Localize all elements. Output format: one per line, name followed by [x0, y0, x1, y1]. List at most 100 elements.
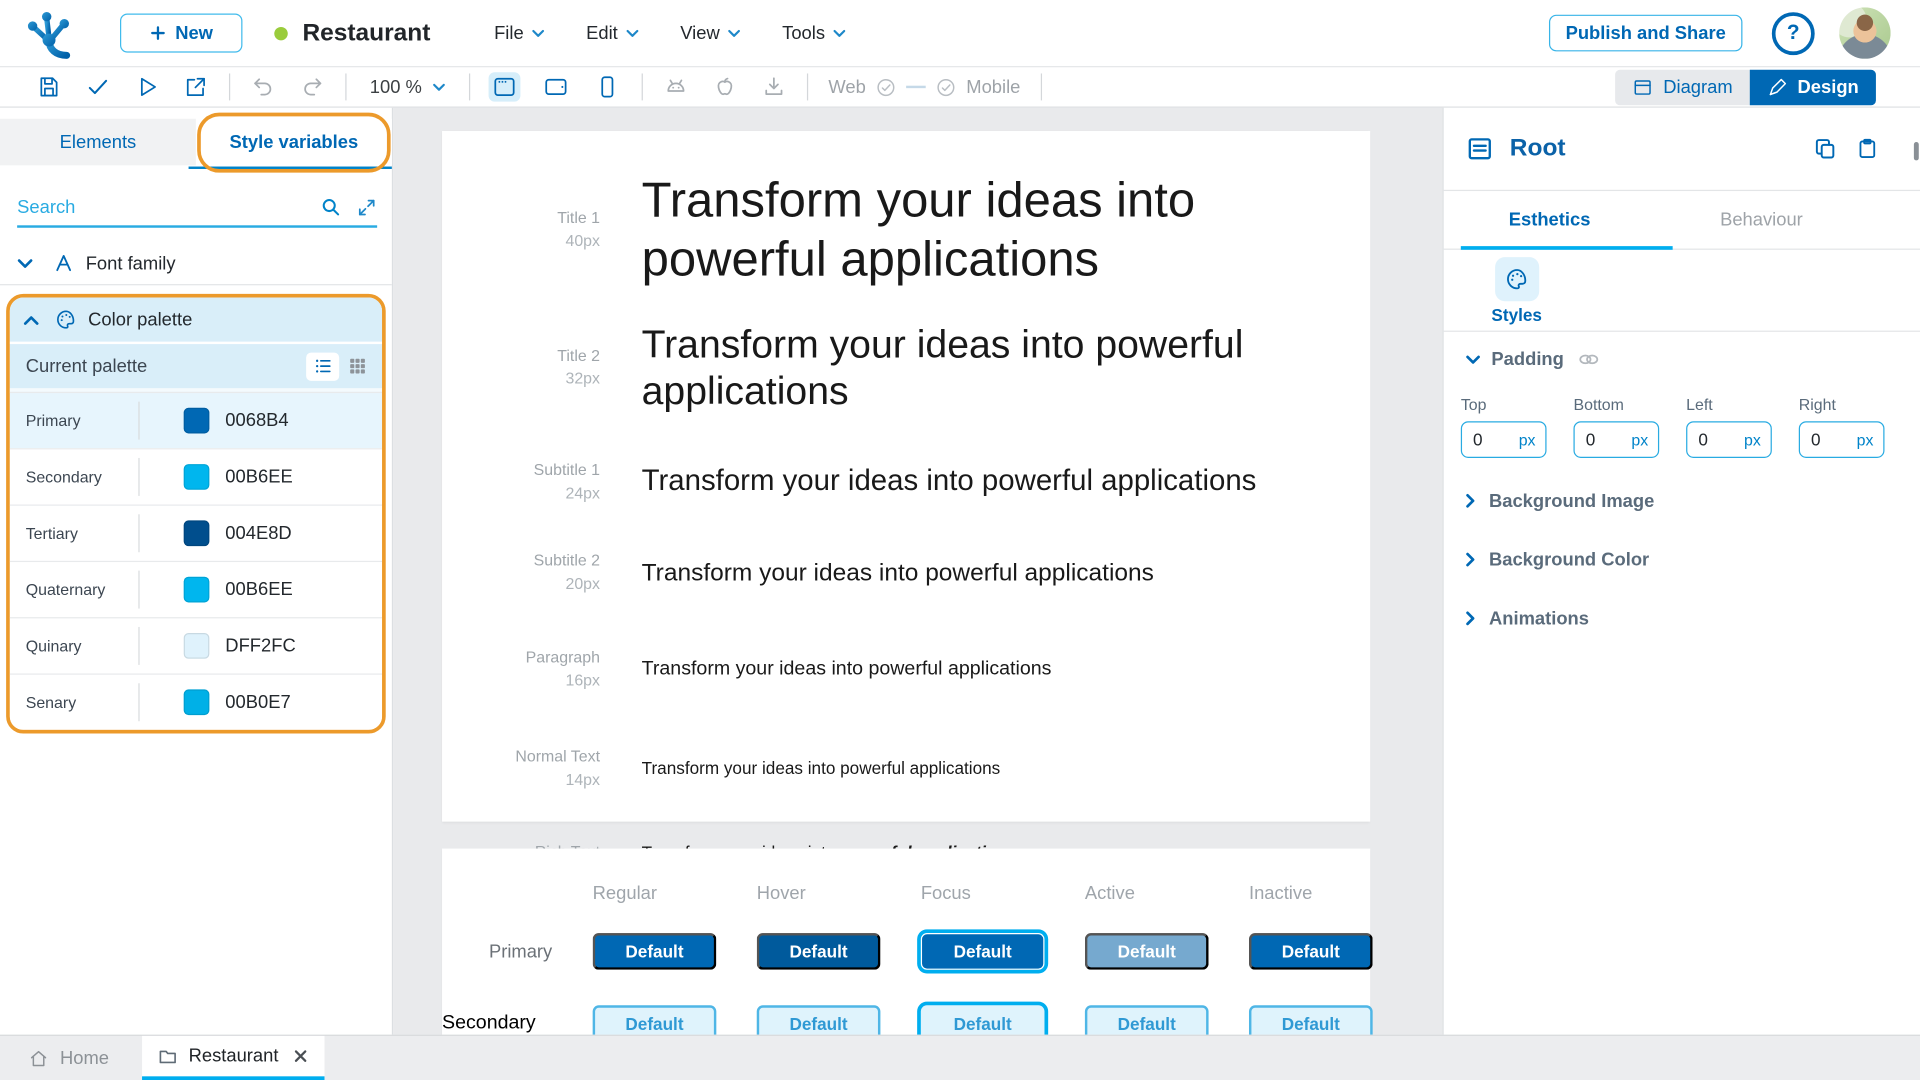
padding-bottom-unit: px	[1631, 430, 1649, 449]
palette-row-secondary[interactable]: Secondary 00B6EE	[9, 448, 383, 505]
palette-row-senary[interactable]: Senary 00B0E7	[9, 673, 383, 730]
help-button[interactable]: ?	[1771, 11, 1815, 55]
play-icon	[140, 77, 156, 96]
search-field[interactable]: Search	[17, 192, 378, 228]
secondary-regular-button[interactable]: Default	[592, 1005, 717, 1039]
secondary-inactive-button[interactable]: Default	[1248, 1005, 1373, 1039]
secondary-focus-button[interactable]: Default	[920, 1005, 1045, 1039]
color-palette-header[interactable]: Color palette	[9, 297, 383, 345]
publish-and-share-button[interactable]: Publish and Share	[1548, 14, 1743, 52]
color-swatch[interactable]	[183, 464, 210, 490]
specimen-paragraph[interactable]: Paragraph 16px Transform your ideas into …	[442, 647, 1370, 693]
validate-button[interactable]	[73, 75, 122, 99]
link-icon[interactable]	[1577, 351, 1600, 367]
menu-tools[interactable]: Tools	[782, 23, 846, 43]
palette-row-quinary[interactable]: Quinary DFF2FC	[9, 617, 383, 674]
menu-bar: File Edit View Tools	[494, 23, 846, 43]
tab-restaurant[interactable]: Restaurant	[142, 1035, 325, 1080]
palette-row-tertiary[interactable]: Tertiary 004E8D	[9, 504, 383, 561]
active-tab-underline	[188, 166, 392, 169]
color-swatch[interactable]	[183, 633, 210, 659]
close-icon[interactable]	[293, 1048, 309, 1064]
chevron-right-icon	[1466, 611, 1475, 626]
device-tablet-button[interactable]	[539, 72, 571, 101]
background-image-section[interactable]: Background Image	[1466, 490, 1920, 512]
zoom-level-dropdown[interactable]: 100 %	[370, 77, 445, 97]
specimen-title-2[interactable]: Title 2 32px Transform your ideas into po…	[442, 321, 1370, 415]
specimen-size: 16px	[565, 671, 601, 690]
toolbar-divider	[1041, 73, 1043, 101]
padding-left-input[interactable]: 0 px	[1686, 421, 1772, 458]
palette-row-primary[interactable]: Primary 0068B4	[9, 391, 383, 449]
project-status-dot	[274, 26, 288, 40]
specimen-subtitle-1[interactable]: Subtitle 1 24px Transform your ideas into…	[442, 459, 1370, 505]
undo-icon	[254, 78, 272, 96]
user-avatar[interactable]	[1839, 7, 1891, 59]
paste-clipboard-icon[interactable]	[1856, 137, 1878, 160]
primary-hover-button[interactable]: Default	[756, 933, 881, 970]
menu-edit[interactable]: Edit	[586, 23, 638, 43]
animations-section[interactable]: Animations	[1466, 607, 1920, 629]
root-element-icon	[1468, 138, 1491, 160]
android-build-button[interactable]	[651, 75, 700, 99]
apple-icon	[716, 77, 732, 96]
button-states-card[interactable]: Regular Hover Focus Active Inactive Prim…	[442, 848, 1373, 1039]
export-button[interactable]	[171, 75, 220, 99]
tab-home[interactable]: Home	[12, 1036, 125, 1080]
search-icon[interactable]	[320, 196, 342, 218]
font-family-section-header[interactable]: Font family	[0, 242, 392, 286]
current-palette-label: Current palette	[25, 355, 148, 377]
expand-icon[interactable]	[356, 197, 377, 218]
new-button[interactable]: New	[120, 13, 243, 53]
secondary-hover-button[interactable]: Default	[756, 1005, 881, 1039]
padding-top-input[interactable]: 0 px	[1460, 421, 1547, 458]
tab-behaviour[interactable]: Behaviour	[1656, 191, 1868, 249]
device-phone-button[interactable]	[591, 72, 623, 101]
tab-style-variables[interactable]: Style variables	[188, 112, 392, 173]
list-view-button[interactable]	[306, 352, 340, 381]
undo-button[interactable]	[239, 75, 288, 99]
specimen-subtitle-2[interactable]: Subtitle 2 20px Transform your ideas into…	[442, 550, 1370, 596]
color-swatch[interactable]	[183, 520, 210, 547]
menu-view[interactable]: View	[680, 23, 740, 43]
copy-icon[interactable]	[1813, 137, 1836, 160]
secondary-active-button[interactable]: Default	[1084, 1005, 1209, 1039]
color-hex: 0068B4	[225, 410, 289, 432]
primary-focus-button[interactable]: Default	[920, 933, 1045, 970]
design-view-button[interactable]: Design	[1749, 69, 1876, 105]
color-swatch[interactable]	[183, 407, 210, 434]
panel-scrollbar[interactable]	[1913, 142, 1919, 161]
palette-row-quaternary[interactable]: Quaternary 00B6EE	[9, 560, 383, 618]
list-view-icon	[315, 359, 331, 373]
primary-regular-button[interactable]: Default	[592, 933, 717, 970]
web-mobile-toggle[interactable]: Web Mobile	[828, 77, 1020, 98]
tab-esthetics[interactable]: Esthetics	[1444, 191, 1656, 249]
background-image-label: Background Image	[1488, 490, 1655, 512]
device-desktop-button[interactable]	[488, 72, 520, 102]
save-button[interactable]	[24, 75, 73, 99]
chevron-down-icon	[17, 258, 33, 268]
background-color-section[interactable]: Background Color	[1466, 549, 1920, 571]
padding-bottom-input[interactable]: 0 px	[1573, 421, 1660, 458]
color-swatch[interactable]	[183, 689, 210, 716]
diagram-view-button[interactable]: Diagram	[1615, 69, 1750, 105]
primary-inactive-button[interactable]: Default	[1248, 933, 1373, 970]
specimen-normal-text[interactable]: Normal Text 14px Transform your ideas int…	[442, 746, 1370, 792]
design-canvas[interactable]: Title 1 40px Transform your ideas into po…	[393, 107, 1443, 1039]
typography-card[interactable]: Title 1 40px Transform your ideas into po…	[442, 131, 1371, 861]
tab-elements[interactable]: Elements	[0, 118, 196, 166]
primary-active-button[interactable]: Default	[1084, 933, 1209, 970]
specimen-title-1[interactable]: Title 1 40px Transform your ideas into po…	[442, 171, 1370, 289]
download-build-button[interactable]	[749, 75, 798, 99]
color-swatch[interactable]	[183, 576, 210, 603]
primary-button-row: Primary Default Default Default Default …	[442, 933, 1373, 970]
padding-section-header[interactable]: Padding	[1466, 349, 1920, 370]
grid-view-button[interactable]	[348, 356, 368, 376]
redo-button[interactable]	[288, 75, 337, 99]
styles-item[interactable]: Styles	[1491, 257, 1542, 324]
preview-button[interactable]	[122, 75, 171, 99]
selected-element-header: Root	[1443, 108, 1920, 192]
ios-build-button[interactable]	[700, 75, 749, 99]
padding-right-input[interactable]: 0 px	[1798, 421, 1885, 458]
menu-file[interactable]: File	[494, 23, 544, 43]
